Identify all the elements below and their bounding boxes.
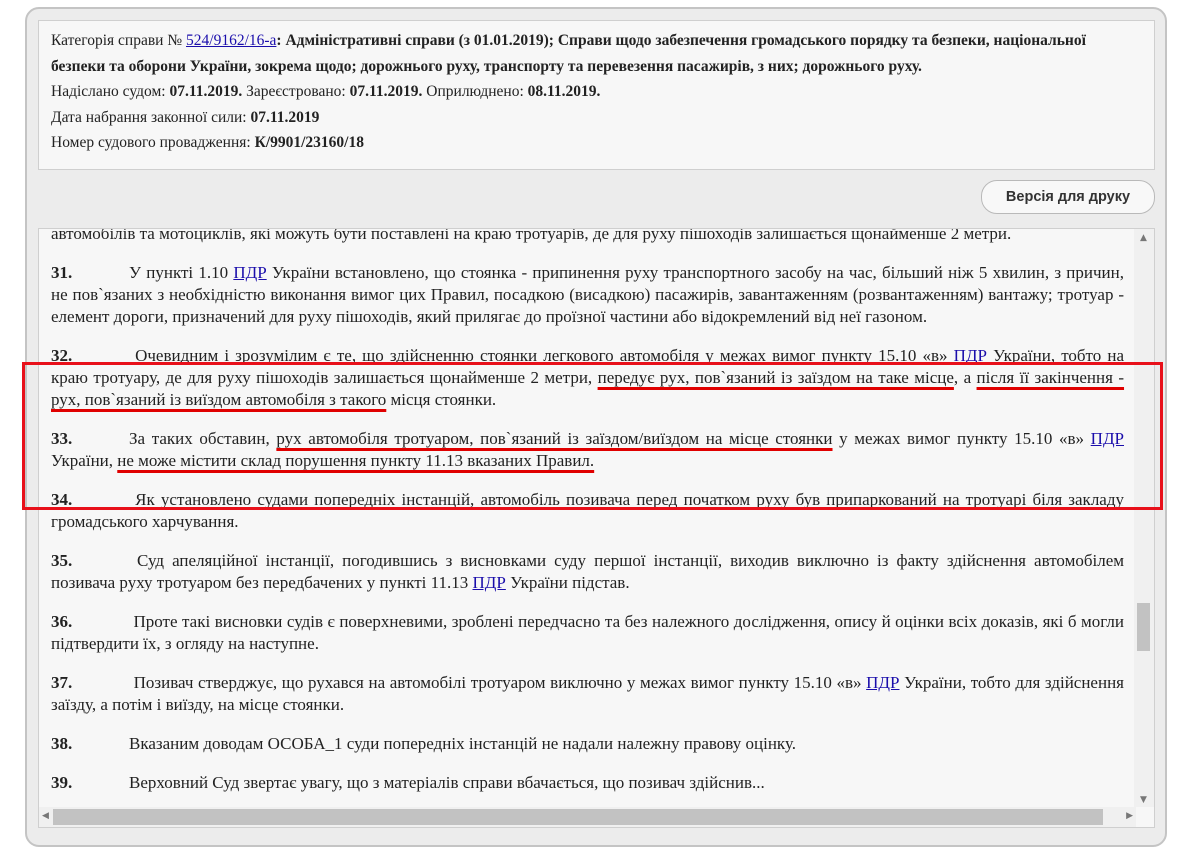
paragraph: 33. За таких обставин, рух автомобіля тро… — [51, 428, 1124, 472]
paragraph-number: 38. — [51, 734, 73, 753]
paragraph-number: 31. — [51, 263, 73, 282]
pdr-link[interactable]: ПДР — [233, 263, 266, 282]
registered-date: 07.11.2019. — [349, 83, 423, 100]
case-metadata: Категорія справи № 524/9162/16-а: Адміні… — [38, 20, 1155, 170]
paragraph-text: За таких обставин, — [129, 429, 277, 448]
proceeding-number: К/9901/23160/18 — [254, 134, 364, 151]
vertical-scrollbar[interactable]: ▲ ▼ — [1134, 229, 1154, 807]
paragraph-number: 32. — [51, 346, 73, 365]
pdr-link[interactable]: ПДР — [954, 346, 987, 365]
document-text-area[interactable]: автомобілів та мотоциклів, які можуть бу… — [38, 228, 1155, 828]
scroll-left-arrow-icon[interactable]: ◀ — [42, 811, 49, 821]
paragraph: 31. У пункті 1.10 ПДР України встановлено… — [51, 262, 1124, 328]
paragraph-text: , а — [953, 368, 977, 387]
highlighted-text: передує рух, пов`язаний із заїздом на та… — [597, 368, 954, 387]
pdr-link[interactable]: ПДР — [866, 673, 899, 692]
effective-date: 07.11.2019 — [250, 108, 320, 126]
paragraph-text: Очевидним і зрозумілим є те, що здійснен… — [129, 346, 954, 365]
highlighted-text: не може містити склад порушення пункту 1… — [117, 451, 595, 470]
paragraph-text: місця стоянки. — [386, 390, 497, 409]
paragraph: 38. Вказаним доводам ОСОБА_1 суди поперед… — [51, 733, 1124, 755]
paragraph-number: 33. — [51, 429, 73, 448]
paragraph-text: України, — [51, 451, 118, 470]
paragraph: 32. Очевидним і зрозумілим є те, що здій… — [51, 345, 1124, 411]
paragraph-text: автомобілів та мотоциклів, які можуть бу… — [51, 228, 1012, 243]
scroll-right-arrow-icon[interactable]: ▶ — [1126, 811, 1133, 821]
paragraph-number: 35. — [51, 551, 73, 570]
paragraph: 39. Верховний Суд звертає увагу, що з мат… — [51, 772, 1124, 794]
paragraph: 34. Як установлено судами попередніх інс… — [51, 489, 1124, 533]
highlighted-text: рух автомобіля тротуаром, пов`язаний із … — [276, 429, 833, 448]
sent-date: 07.11.2019. — [169, 83, 243, 100]
published-date: 08.11.2019. — [527, 83, 601, 100]
scroll-down-arrow-icon[interactable]: ▼ — [1140, 795, 1147, 805]
paragraph: автомобілів та мотоциклів, які можуть бу… — [51, 228, 1124, 245]
paragraph: 37. Позивач стверджує, що рухався на авт… — [51, 672, 1124, 716]
paragraph: 35. Суд апеляційної інстанції, погодивши… — [51, 550, 1124, 594]
pdr-link[interactable]: ПДР — [1091, 429, 1124, 448]
vertical-scroll-thumb[interactable] — [1137, 603, 1150, 651]
paragraph-text: Проте такі висновки судів є поверхневими… — [51, 612, 1124, 653]
case-number-link[interactable]: 524/9162/16-а — [186, 32, 276, 49]
paragraph-text: У пункті 1.10 — [129, 263, 234, 282]
paragraph-text: Як установлено судами попередніх інстанц… — [51, 490, 1124, 531]
paragraph-text: Вказаним доводам ОСОБА_1 суди попередніх… — [129, 734, 796, 753]
document-body: автомобілів та мотоциклів, які можуть бу… — [51, 228, 1124, 811]
horizontal-scrollbar[interactable]: ◀ ▶ — [39, 807, 1136, 827]
paragraph-number: 36. — [51, 612, 73, 631]
paragraph-number: 37. — [51, 673, 73, 692]
horizontal-scroll-thumb[interactable] — [53, 809, 1103, 825]
paragraph: 36. Проте такі висновки судів є поверхне… — [51, 611, 1124, 655]
pdr-link[interactable]: ПДР — [473, 573, 506, 592]
print-version-button[interactable]: Версія для друку — [981, 180, 1155, 214]
paragraph-text: у межах вимог пункту 15.10 «в» — [832, 429, 1091, 448]
paragraph-text: Позивач стверджує, що рухався на автомоб… — [129, 673, 867, 692]
paragraph-number: 39. — [51, 773, 73, 792]
paragraph-text: Верховний Суд звертає увагу, що з матері… — [129, 773, 765, 792]
paragraph-text: України підстав. — [505, 573, 630, 592]
scroll-up-arrow-icon[interactable]: ▲ — [1140, 233, 1147, 243]
paragraph-number: 34. — [51, 490, 73, 509]
